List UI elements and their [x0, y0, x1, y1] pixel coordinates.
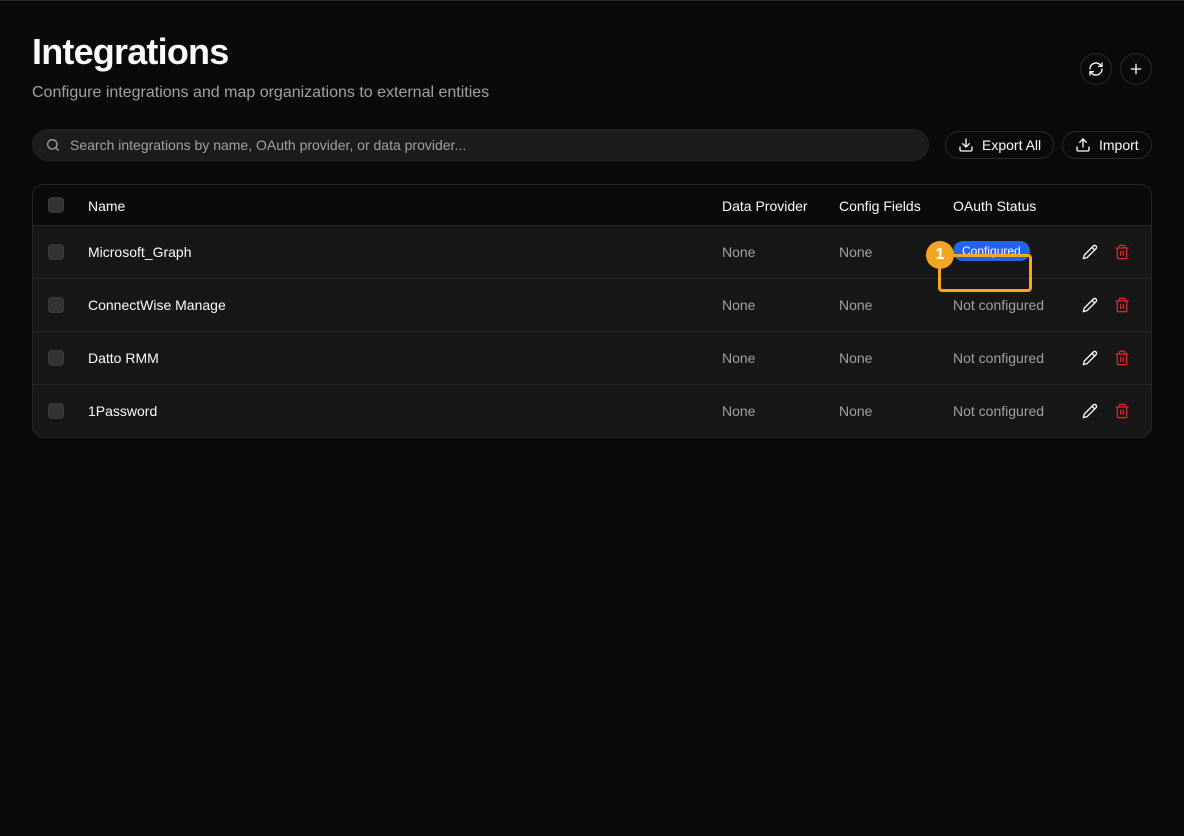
oauth-status-text: Not configured	[953, 403, 1045, 419]
export-all-button[interactable]: Export All	[945, 131, 1055, 159]
trash-icon	[1115, 244, 1129, 260]
table-row[interactable]: 1Password None None Not configured	[33, 385, 1151, 437]
page-title: Integrations	[32, 31, 229, 72]
oauth-status-text: Not configured	[953, 297, 1045, 313]
column-header-name[interactable]: Name	[88, 198, 125, 214]
edit-button[interactable]	[1082, 297, 1098, 313]
oauth-status-text: Not configured	[953, 350, 1045, 366]
search-icon	[47, 139, 59, 151]
trash-icon	[1115, 403, 1129, 419]
edit-button[interactable]	[1082, 350, 1098, 366]
integration-name: ConnectWise Manage	[88, 297, 226, 313]
pencil-icon	[1082, 297, 1098, 313]
row-checkbox[interactable]	[48, 403, 64, 419]
import-button[interactable]: Import	[1062, 131, 1152, 159]
export-all-label: Export All	[982, 137, 1042, 153]
config-fields-value: None	[839, 403, 873, 419]
edit-button[interactable]	[1082, 403, 1098, 419]
top-border	[0, 0, 1184, 1]
upload-icon	[1076, 138, 1090, 152]
row-checkbox[interactable]	[48, 297, 64, 313]
edit-button[interactable]	[1082, 244, 1098, 260]
integration-name: 1Password	[88, 403, 158, 419]
search-bar[interactable]	[32, 129, 929, 161]
delete-button[interactable]	[1114, 297, 1130, 313]
integrations-table: Name Data Provider Config Fields OAuth S…	[32, 184, 1152, 438]
config-fields-value: None	[839, 297, 873, 313]
trash-icon	[1115, 297, 1129, 313]
annotation-marker: 1	[926, 241, 954, 269]
refresh-button[interactable]	[1080, 53, 1112, 85]
table-header: Name Data Provider Config Fields OAuth S…	[33, 185, 1151, 226]
data-provider-value: None	[722, 244, 756, 260]
data-provider-value: None	[722, 403, 756, 419]
integration-name: Microsoft_Graph	[88, 244, 192, 260]
config-fields-value: None	[839, 244, 873, 260]
delete-button[interactable]	[1114, 244, 1130, 260]
pencil-icon	[1082, 350, 1098, 366]
integration-name: Datto RMM	[88, 350, 159, 366]
import-label: Import	[1099, 137, 1139, 153]
column-header-data-provider[interactable]: Data Provider	[722, 198, 808, 214]
delete-button[interactable]	[1114, 350, 1130, 366]
row-checkbox[interactable]	[48, 244, 64, 260]
add-integration-button[interactable]	[1120, 53, 1152, 85]
pencil-icon	[1082, 244, 1098, 260]
column-header-oauth-status[interactable]: OAuth Status	[953, 198, 1036, 214]
delete-button[interactable]	[1114, 403, 1130, 419]
data-provider-value: None	[722, 350, 756, 366]
search-input[interactable]	[70, 137, 890, 153]
trash-icon	[1115, 350, 1129, 366]
config-fields-value: None	[839, 350, 873, 366]
select-all-checkbox[interactable]	[48, 197, 64, 213]
data-provider-value: None	[722, 297, 756, 313]
plus-icon	[1130, 63, 1142, 75]
column-header-config-fields[interactable]: Config Fields	[839, 198, 921, 214]
page-subtitle: Configure integrations and map organizat…	[32, 84, 490, 101]
table-row[interactable]: Datto RMM None None Not configured	[33, 332, 1151, 385]
download-icon	[959, 138, 973, 152]
row-checkbox[interactable]	[48, 350, 64, 366]
pencil-icon	[1082, 403, 1098, 419]
refresh-icon	[1089, 62, 1103, 76]
